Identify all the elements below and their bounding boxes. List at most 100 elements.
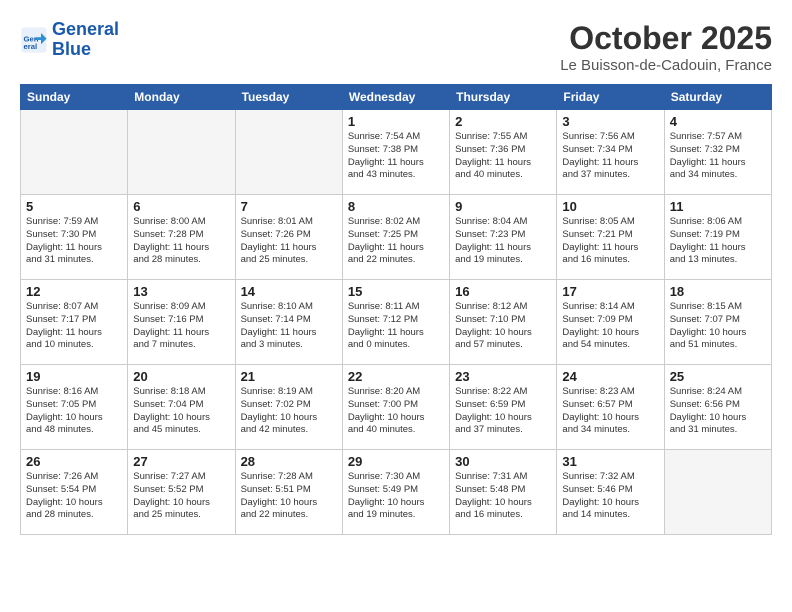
day-number: 27 bbox=[133, 454, 229, 469]
day-info: Sunrise: 8:22 AM Sunset: 6:59 PM Dayligh… bbox=[455, 386, 551, 437]
day-number: 12 bbox=[26, 284, 122, 299]
day-info: Sunrise: 7:59 AM Sunset: 7:30 PM Dayligh… bbox=[26, 216, 122, 267]
calendar-cell: 9 Sunrise: 8:04 AM Sunset: 7:23 PM Daylig… bbox=[450, 195, 557, 280]
calendar-cell: 12 Sunrise: 8:07 AM Sunset: 7:17 PM Dayli… bbox=[21, 280, 128, 365]
day-number: 30 bbox=[455, 454, 551, 469]
calendar-table: SundayMondayTuesdayWednesdayThursdayFrid… bbox=[20, 84, 772, 535]
day-number: 22 bbox=[348, 369, 444, 384]
weekday-header-monday: Monday bbox=[128, 85, 235, 110]
day-number: 25 bbox=[670, 369, 766, 384]
day-number: 6 bbox=[133, 199, 229, 214]
day-number: 18 bbox=[670, 284, 766, 299]
calendar-cell: 15 Sunrise: 8:11 AM Sunset: 7:12 PM Dayli… bbox=[342, 280, 449, 365]
calendar-cell: 17 Sunrise: 8:14 AM Sunset: 7:09 PM Dayli… bbox=[557, 280, 664, 365]
day-number: 13 bbox=[133, 284, 229, 299]
day-info: Sunrise: 8:05 AM Sunset: 7:21 PM Dayligh… bbox=[562, 216, 658, 267]
calendar-cell: 20 Sunrise: 8:18 AM Sunset: 7:04 PM Dayli… bbox=[128, 365, 235, 450]
day-number: 28 bbox=[241, 454, 337, 469]
calendar-cell bbox=[128, 110, 235, 195]
day-info: Sunrise: 8:01 AM Sunset: 7:26 PM Dayligh… bbox=[241, 216, 337, 267]
week-row-5: 26Sunrise: 7:26 AM Sunset: 5:54 PM Dayli… bbox=[21, 450, 772, 535]
day-info: Sunrise: 7:27 AM Sunset: 5:52 PM Dayligh… bbox=[133, 471, 229, 522]
day-info: Sunrise: 7:32 AM Sunset: 5:46 PM Dayligh… bbox=[562, 471, 658, 522]
weekday-header-row: SundayMondayTuesdayWednesdayThursdayFrid… bbox=[21, 85, 772, 110]
logo-icon: Gen eral bbox=[20, 26, 48, 54]
calendar-cell: 23 Sunrise: 8:22 AM Sunset: 6:59 PM Dayli… bbox=[450, 365, 557, 450]
day-info: Sunrise: 8:04 AM Sunset: 7:23 PM Dayligh… bbox=[455, 216, 551, 267]
calendar-cell bbox=[664, 450, 771, 535]
day-number: 1 bbox=[348, 114, 444, 129]
weekday-header-thursday: Thursday bbox=[450, 85, 557, 110]
day-info: Sunrise: 8:14 AM Sunset: 7:09 PM Dayligh… bbox=[562, 301, 658, 352]
calendar-cell: 2Sunrise: 7:55 AM Sunset: 7:36 PM Daylig… bbox=[450, 110, 557, 195]
weekday-header-saturday: Saturday bbox=[664, 85, 771, 110]
calendar-cell: 22 Sunrise: 8:20 AM Sunset: 7:00 PM Dayli… bbox=[342, 365, 449, 450]
day-info: Sunrise: 8:09 AM Sunset: 7:16 PM Dayligh… bbox=[133, 301, 229, 352]
calendar-cell: 11 Sunrise: 8:06 AM Sunset: 7:19 PM Dayli… bbox=[664, 195, 771, 280]
day-number: 9 bbox=[455, 199, 551, 214]
day-info: Sunrise: 8:02 AM Sunset: 7:25 PM Dayligh… bbox=[348, 216, 444, 267]
day-info: Sunrise: 8:00 AM Sunset: 7:28 PM Dayligh… bbox=[133, 216, 229, 267]
day-info: Sunrise: 8:19 AM Sunset: 7:02 PM Dayligh… bbox=[241, 386, 337, 437]
weekday-header-friday: Friday bbox=[557, 85, 664, 110]
day-info: Sunrise: 7:31 AM Sunset: 5:48 PM Dayligh… bbox=[455, 471, 551, 522]
calendar-cell: 14Sunrise: 8:10 AM Sunset: 7:14 PM Dayli… bbox=[235, 280, 342, 365]
logo: Gen eral GeneralBlue bbox=[20, 20, 119, 60]
day-number: 8 bbox=[348, 199, 444, 214]
calendar-title: October 2025 bbox=[560, 20, 772, 57]
day-number: 17 bbox=[562, 284, 658, 299]
calendar-cell: 7 Sunrise: 8:01 AM Sunset: 7:26 PM Daylig… bbox=[235, 195, 342, 280]
title-block: October 2025 Le Buisson-de-Cadouin, Fran… bbox=[560, 20, 772, 74]
day-info: Sunrise: 8:06 AM Sunset: 7:19 PM Dayligh… bbox=[670, 216, 766, 267]
day-info: Sunrise: 7:56 AM Sunset: 7:34 PM Dayligh… bbox=[562, 131, 658, 182]
day-number: 4 bbox=[670, 114, 766, 129]
week-row-1: 1 Sunrise: 7:54 AM Sunset: 7:38 PM Daylig… bbox=[21, 110, 772, 195]
day-number: 23 bbox=[455, 369, 551, 384]
calendar-cell: 26Sunrise: 7:26 AM Sunset: 5:54 PM Dayli… bbox=[21, 450, 128, 535]
logo-name: GeneralBlue bbox=[52, 20, 119, 60]
calendar-cell: 27 Sunrise: 7:27 AM Sunset: 5:52 PM Dayli… bbox=[128, 450, 235, 535]
day-number: 15 bbox=[348, 284, 444, 299]
week-row-4: 19 Sunrise: 8:16 AM Sunset: 7:05 PM Dayli… bbox=[21, 365, 772, 450]
calendar-cell: 31Sunrise: 7:32 AM Sunset: 5:46 PM Dayli… bbox=[557, 450, 664, 535]
calendar-cell: 6 Sunrise: 8:00 AM Sunset: 7:28 PM Daylig… bbox=[128, 195, 235, 280]
calendar-cell: 21Sunrise: 8:19 AM Sunset: 7:02 PM Dayli… bbox=[235, 365, 342, 450]
page-header: Gen eral GeneralBlue October 2025 Le Bui… bbox=[20, 20, 772, 74]
day-number: 5 bbox=[26, 199, 122, 214]
day-info: Sunrise: 8:10 AM Sunset: 7:14 PM Dayligh… bbox=[241, 301, 337, 352]
calendar-cell: 24 Sunrise: 8:23 AM Sunset: 6:57 PM Dayli… bbox=[557, 365, 664, 450]
day-number: 24 bbox=[562, 369, 658, 384]
calendar-cell: 18Sunrise: 8:15 AM Sunset: 7:07 PM Dayli… bbox=[664, 280, 771, 365]
day-info: Sunrise: 7:55 AM Sunset: 7:36 PM Dayligh… bbox=[455, 131, 551, 182]
day-info: Sunrise: 8:07 AM Sunset: 7:17 PM Dayligh… bbox=[26, 301, 122, 352]
day-info: Sunrise: 8:23 AM Sunset: 6:57 PM Dayligh… bbox=[562, 386, 658, 437]
day-number: 16 bbox=[455, 284, 551, 299]
day-info: Sunrise: 8:16 AM Sunset: 7:05 PM Dayligh… bbox=[26, 386, 122, 437]
day-info: Sunrise: 8:20 AM Sunset: 7:00 PM Dayligh… bbox=[348, 386, 444, 437]
calendar-cell: 5 Sunrise: 7:59 AM Sunset: 7:30 PM Daylig… bbox=[21, 195, 128, 280]
day-number: 19 bbox=[26, 369, 122, 384]
day-number: 10 bbox=[562, 199, 658, 214]
week-row-3: 12 Sunrise: 8:07 AM Sunset: 7:17 PM Dayli… bbox=[21, 280, 772, 365]
calendar-cell: 10 Sunrise: 8:05 AM Sunset: 7:21 PM Dayli… bbox=[557, 195, 664, 280]
calendar-cell: 13 Sunrise: 8:09 AM Sunset: 7:16 PM Dayli… bbox=[128, 280, 235, 365]
day-number: 20 bbox=[133, 369, 229, 384]
day-number: 7 bbox=[241, 199, 337, 214]
day-info: Sunrise: 7:30 AM Sunset: 5:49 PM Dayligh… bbox=[348, 471, 444, 522]
calendar-cell: 16Sunrise: 8:12 AM Sunset: 7:10 PM Dayli… bbox=[450, 280, 557, 365]
day-info: Sunrise: 7:28 AM Sunset: 5:51 PM Dayligh… bbox=[241, 471, 337, 522]
day-info: Sunrise: 8:18 AM Sunset: 7:04 PM Dayligh… bbox=[133, 386, 229, 437]
day-info: Sunrise: 8:24 AM Sunset: 6:56 PM Dayligh… bbox=[670, 386, 766, 437]
day-info: Sunrise: 7:57 AM Sunset: 7:32 PM Dayligh… bbox=[670, 131, 766, 182]
calendar-cell: 19 Sunrise: 8:16 AM Sunset: 7:05 PM Dayli… bbox=[21, 365, 128, 450]
day-info: Sunrise: 8:11 AM Sunset: 7:12 PM Dayligh… bbox=[348, 301, 444, 352]
day-number: 11 bbox=[670, 199, 766, 214]
day-number: 29 bbox=[348, 454, 444, 469]
calendar-cell: 25 Sunrise: 8:24 AM Sunset: 6:56 PM Dayli… bbox=[664, 365, 771, 450]
calendar-cell bbox=[235, 110, 342, 195]
weekday-header-wednesday: Wednesday bbox=[342, 85, 449, 110]
calendar-cell: 4 Sunrise: 7:57 AM Sunset: 7:32 PM Daylig… bbox=[664, 110, 771, 195]
week-row-2: 5 Sunrise: 7:59 AM Sunset: 7:30 PM Daylig… bbox=[21, 195, 772, 280]
day-info: Sunrise: 7:54 AM Sunset: 7:38 PM Dayligh… bbox=[348, 131, 444, 182]
calendar-cell: 29 Sunrise: 7:30 AM Sunset: 5:49 PM Dayli… bbox=[342, 450, 449, 535]
